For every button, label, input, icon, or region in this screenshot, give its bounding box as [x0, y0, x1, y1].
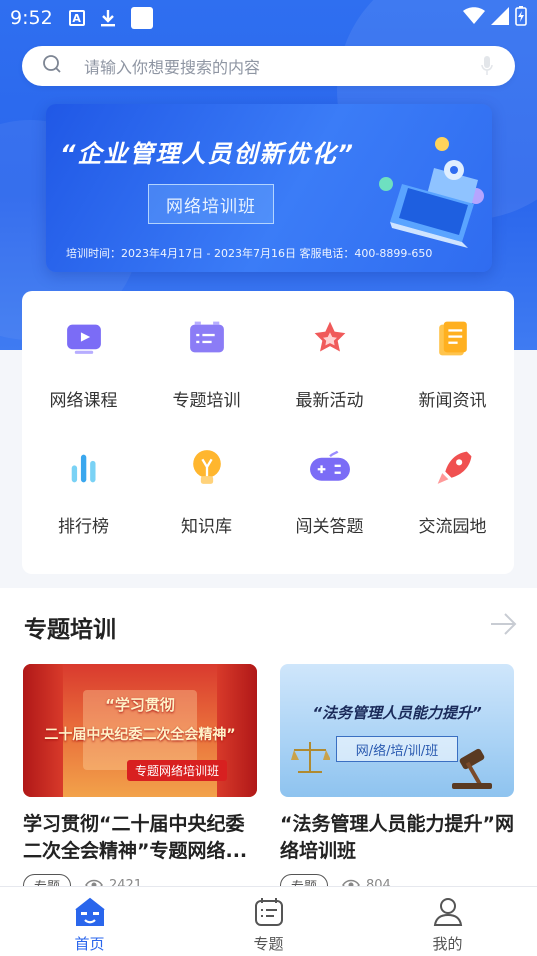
grid-item-quiz-challenge[interactable]: 闯关答题 [268, 417, 391, 537]
grid-label: 排行榜 [58, 517, 109, 537]
grid-label: 新闻资讯 [418, 391, 487, 411]
course-thumbnail: “学习贯彻 二十届中央纪委二次全会精神” 专题网络培训班 [23, 664, 257, 797]
gamepad-icon [309, 450, 350, 481]
download-icon [99, 9, 117, 27]
banner-tag: 网络培训班 [148, 184, 274, 224]
feature-grid: 网络课程 专题培训 最新活动 新闻资讯 排行榜 知识库 闯关答题 交流园地 [22, 291, 514, 574]
course-card[interactable]: “法务管理人员能力提升” 网/络/培/训/班 “法务管理人员能力提升”网络培训班… [280, 664, 514, 897]
search-bar[interactable]: 请输入你想要搜索的内容 [22, 46, 515, 86]
status-bar: 9:52 A [0, 0, 537, 36]
thumbnail-line1: “法务管理人员能力提升” [312, 704, 482, 722]
grid-item-special-training[interactable]: 专题培训 [145, 291, 268, 411]
tab-home[interactable]: 首页 [0, 887, 179, 956]
lightbulb-icon [192, 450, 221, 484]
topic-board-icon [254, 898, 283, 926]
bottom-tab-bar: 首页 专题 我的 [0, 886, 537, 956]
star-icon [314, 321, 345, 352]
grid-label: 专题培训 [172, 391, 241, 411]
rocket-icon [437, 451, 471, 484]
tab-label: 专题 [253, 935, 284, 953]
grid-item-news[interactable]: 新闻资讯 [391, 291, 514, 411]
course-title: 学习贯彻“二十届中央纪委二次全会精神”专题网络... [23, 813, 248, 862]
grid-item-community[interactable]: 交流园地 [391, 417, 514, 537]
banner-title: “企业管理人员创新优化” [60, 140, 355, 168]
battery-icon [515, 6, 527, 30]
home-icon [74, 897, 105, 926]
bar-chart-icon [71, 454, 96, 483]
signal-icon [491, 7, 509, 29]
tab-label: 我的 [432, 935, 463, 953]
app-notification-icon [130, 7, 153, 29]
grid-item-knowledge-base[interactable]: 知识库 [145, 417, 268, 537]
news-icon [438, 321, 467, 356]
grid-label: 最新活动 [295, 391, 364, 411]
special-training-section: 专题培训 “学习贯彻 二十届中央纪委二次全会精神” 专题网络培训班 学习贯彻“二… [0, 588, 537, 897]
tab-topics[interactable]: 专题 [179, 887, 358, 956]
video-icon [66, 324, 101, 354]
grid-item-ranking[interactable]: 排行榜 [22, 417, 145, 537]
wifi-icon [463, 7, 485, 29]
promo-banner[interactable]: “企业管理人员创新优化” 网络培训班 培训时间：2023年4月17日 - 202… [46, 104, 492, 272]
thumbnail-line1: “学习贯彻 [105, 696, 175, 714]
grid-label: 交流园地 [418, 517, 487, 537]
section-title: 专题培训 [24, 617, 116, 643]
search-icon [42, 54, 62, 78]
gavel-icon [452, 748, 492, 789]
microphone-icon[interactable] [481, 56, 493, 76]
grid-label: 网络课程 [49, 391, 118, 411]
status-time: 9:52 [10, 7, 53, 29]
arrow-right-icon[interactable] [489, 612, 517, 636]
course-card[interactable]: “学习贯彻 二十届中央纪委二次全会精神” 专题网络培训班 学习贯彻“二十届中央纪… [23, 664, 257, 897]
notification-a-icon: A [68, 10, 85, 26]
tab-profile[interactable]: 我的 [358, 887, 537, 956]
thumbnail-line2: 二十届中央纪委二次全会精神” [44, 727, 236, 743]
course-title: “法务管理人员能力提升”网络培训班 [280, 813, 514, 862]
course-thumbnail: “法务管理人员能力提升” 网/络/培/训/班 [280, 664, 514, 797]
grid-item-online-course[interactable]: 网络课程 [22, 291, 145, 411]
grid-item-latest-activity[interactable]: 最新活动 [268, 291, 391, 411]
scale-icon [291, 742, 330, 773]
tab-label: 首页 [74, 935, 105, 953]
thumbnail-line2: 网/络/培/训/班 [336, 736, 458, 762]
grid-label: 知识库 [181, 517, 232, 537]
user-icon [433, 898, 462, 926]
search-input[interactable]: 请输入你想要搜索的内容 [84, 54, 260, 78]
grid-label: 闯关答题 [295, 517, 364, 537]
thumbnail-badge: 专题网络培训班 [127, 760, 228, 781]
laptop-illustration [379, 137, 484, 248]
list-board-icon [189, 321, 224, 353]
